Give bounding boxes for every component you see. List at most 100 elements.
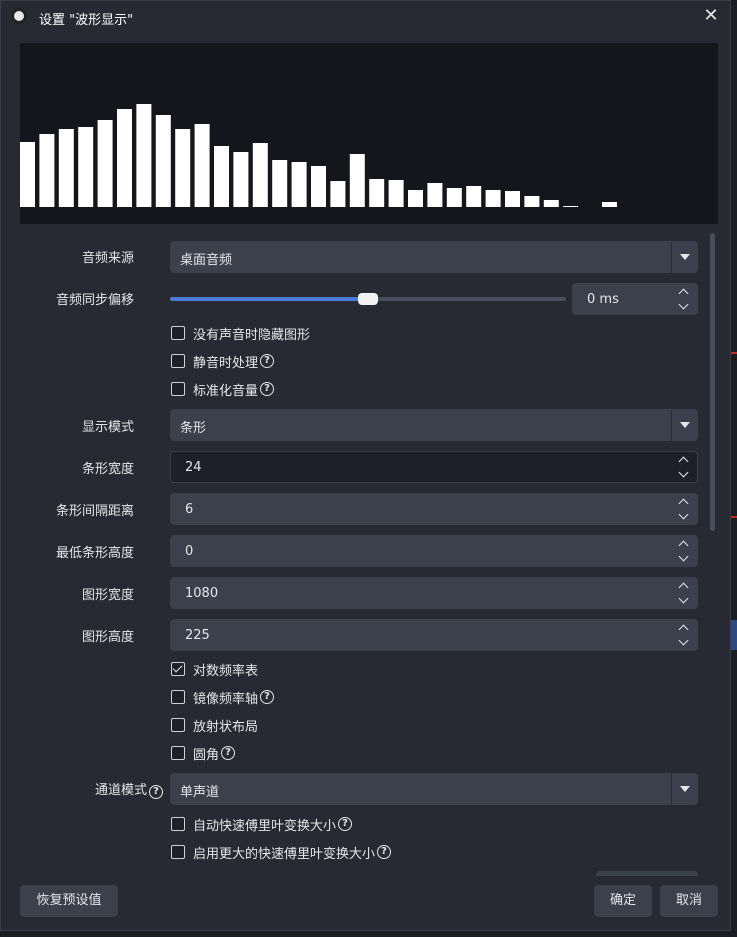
decrement-button[interactable]	[671, 467, 697, 482]
help-icon[interactable]: ?	[338, 817, 353, 831]
waveform-bar	[369, 179, 385, 207]
title-bar: 设置 "波形显示" ✕	[1, 1, 730, 33]
decrement-button[interactable]	[671, 299, 697, 314]
graph-height-label: 图形高度	[81, 630, 134, 645]
obs-logo-icon	[11, 8, 27, 24]
checkbox-label: 圆角	[193, 747, 220, 763]
properties-form: 音频来源 桌面音频 音频同步偏移 0 ms 没有声音时隐藏图形 静音时处理 ? …	[1, 231, 706, 876]
sync-offset-slider[interactable]	[170, 293, 566, 305]
waveform-bar	[505, 191, 520, 207]
waveform-bar	[524, 196, 540, 207]
waveform-bar	[543, 200, 559, 207]
waveform-bar	[602, 202, 617, 207]
cancel-button[interactable]: 取消	[660, 885, 718, 917]
checkbox-box[interactable]	[171, 718, 185, 732]
checkbox-box[interactable]	[171, 746, 185, 760]
help-icon[interactable]: ?	[149, 785, 163, 799]
scrollbar-thumb[interactable]	[710, 233, 715, 531]
checkbox-label: 自动快速傅里叶变换大小	[193, 818, 337, 834]
graph-height-input[interactable]: 225	[170, 619, 698, 651]
checkbox-box[interactable]	[171, 817, 185, 831]
increment-button[interactable]	[671, 284, 697, 299]
checkbox-label: 没有声音时隐藏图形	[193, 327, 311, 343]
waveform-bar	[330, 181, 346, 207]
radial-layout-checkbox[interactable]: 放射状布局	[171, 716, 258, 735]
settings-dialog: 设置 "波形显示" ✕ 音频来源 桌面音频 音频同步偏移 0 ms 没有声音时隐…	[0, 0, 731, 931]
chevron-down-icon	[671, 241, 698, 273]
waveform-bars	[20, 104, 617, 207]
bar-width-label: 条形宽度	[81, 462, 134, 477]
decrement-button[interactable]	[671, 551, 697, 566]
next-field-partial[interactable]	[596, 871, 698, 876]
decrement-button[interactable]	[671, 635, 697, 650]
hide-on-silence-checkbox[interactable]: 没有声音时隐藏图形	[171, 324, 311, 343]
checkbox-box-checked[interactable]	[171, 662, 185, 676]
waveform-bar	[252, 143, 268, 207]
checkbox-box[interactable]	[171, 690, 185, 704]
help-icon[interactable]: ?	[260, 354, 275, 368]
slider-fill	[170, 297, 368, 301]
min-bar-height-input[interactable]: 0	[170, 535, 698, 567]
audio-source-label: 音频来源	[81, 251, 134, 266]
channel-mode-label: 通道模式?	[95, 779, 163, 799]
normalize-volume-checkbox[interactable]: 标准化音量 ?	[171, 380, 275, 399]
channel-mode-text: 通道模式	[94, 783, 147, 798]
checkbox-box[interactable]	[171, 845, 185, 859]
checkbox-box[interactable]	[171, 382, 185, 396]
decrement-button[interactable]	[671, 593, 697, 608]
waveform-bar	[233, 152, 249, 207]
waveform-bar	[117, 109, 132, 207]
checkbox-label: 标准化音量	[193, 383, 259, 399]
waveform-bar	[427, 183, 443, 207]
waveform-bar	[155, 115, 171, 207]
waveform-preview	[20, 43, 718, 224]
sync-offset-input[interactable]: 0 ms	[572, 283, 698, 315]
rounded-corners-checkbox[interactable]: 圆角 ?	[171, 744, 236, 763]
mute-handling-checkbox[interactable]: 静音时处理 ?	[171, 352, 275, 371]
help-icon[interactable]: ?	[377, 845, 392, 859]
display-mode-select[interactable]: 条形	[170, 409, 698, 441]
display-mode-value: 条形	[180, 421, 207, 436]
waveform-bar	[388, 180, 404, 207]
channel-mode-select[interactable]: 单声道	[170, 773, 698, 805]
larger-fft-checkbox[interactable]: 启用更大的快速傅里叶变换大小 ?	[171, 843, 392, 862]
increment-button[interactable]	[671, 452, 697, 467]
waveform-bar	[311, 166, 326, 207]
bar-width-value: 24	[185, 460, 202, 475]
checkbox-box[interactable]	[171, 354, 185, 368]
waveform-bar	[20, 142, 35, 207]
audio-source-select[interactable]: 桌面音频	[170, 241, 698, 273]
help-icon[interactable]: ?	[260, 690, 275, 704]
slider-handle[interactable]	[358, 293, 378, 305]
log-frequency-checkbox[interactable]: 对数频率表	[171, 660, 259, 679]
waveform-bar	[97, 120, 113, 207]
waveform-bar	[58, 129, 74, 207]
increment-button[interactable]	[671, 620, 697, 635]
display-mode-label: 显示模式	[81, 420, 134, 435]
window-title: 设置 "波形显示"	[39, 13, 134, 28]
mirror-freq-axis-checkbox[interactable]: 镜像频率轴 ?	[171, 688, 275, 707]
increment-button[interactable]	[671, 536, 697, 551]
restore-defaults-button[interactable]: 恢复预设值	[20, 885, 118, 917]
waveform-bar	[408, 190, 423, 207]
close-button[interactable]: ✕	[700, 5, 722, 27]
decrement-button[interactable]	[671, 509, 697, 524]
checkbox-label: 对数频率表	[193, 663, 259, 679]
waveform-bar	[349, 154, 365, 207]
increment-button[interactable]	[671, 578, 697, 593]
waveform-bar	[485, 190, 501, 207]
graph-width-input[interactable]: 1080	[170, 577, 698, 609]
increment-button[interactable]	[671, 494, 697, 509]
help-icon[interactable]: ?	[260, 382, 275, 396]
waveform-bar	[563, 206, 579, 207]
auto-fft-size-checkbox[interactable]: 自动快速傅里叶变换大小 ?	[171, 815, 353, 834]
bar-gap-input[interactable]: 6	[170, 493, 698, 525]
waveform-bar	[136, 104, 152, 207]
waveform-bar	[175, 129, 191, 207]
ok-button[interactable]: 确定	[594, 885, 652, 917]
help-icon[interactable]: ?	[221, 746, 236, 760]
bar-width-input[interactable]: 24	[170, 451, 698, 483]
waveform-bar	[78, 127, 94, 207]
scrollbar[interactable]	[709, 233, 716, 876]
checkbox-box[interactable]	[171, 326, 185, 340]
